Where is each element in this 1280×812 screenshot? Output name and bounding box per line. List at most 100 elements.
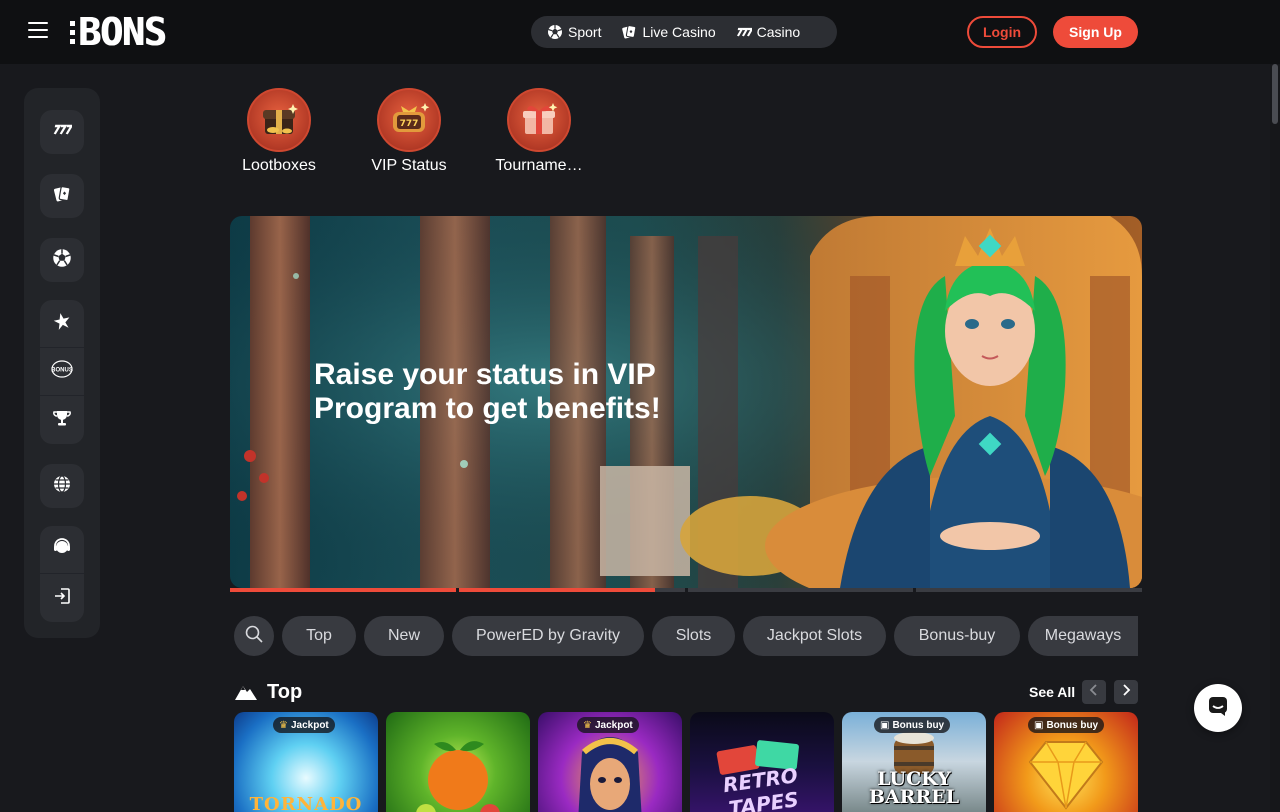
story-tournaments[interactable]: Tourname… bbox=[494, 88, 584, 175]
game-art-orange bbox=[416, 741, 500, 812]
svg-text:777: 777 bbox=[400, 119, 419, 129]
category-slots[interactable]: Slots bbox=[652, 616, 735, 656]
banner-headline: Raise your status in VIP Program to get … bbox=[314, 358, 694, 426]
banner-headline-line2: Program to get benefits! bbox=[314, 392, 661, 425]
mountain-icon bbox=[234, 682, 258, 702]
top-section-title-text: Top bbox=[267, 680, 303, 703]
sidebar-promotions[interactable] bbox=[40, 300, 84, 348]
nav-sport-label: Sport bbox=[568, 24, 602, 40]
bonus-buy-badge: ▣ Bonus buy bbox=[874, 717, 951, 733]
search-icon bbox=[245, 625, 263, 648]
nav-casino[interactable]: Casino bbox=[726, 18, 811, 46]
story-vip-status[interactable]: 777 VIP Status bbox=[364, 88, 454, 175]
slot-777-icon bbox=[736, 24, 752, 40]
nav-casino-label: Casino bbox=[756, 24, 801, 40]
category-jackpot-slots[interactable]: Jackpot Slots bbox=[743, 616, 886, 656]
sidebar-live-casino[interactable] bbox=[40, 174, 84, 218]
promo-banner[interactable]: Raise your status in VIP Program to get … bbox=[230, 216, 1142, 588]
page-scrollbar[interactable] bbox=[1270, 64, 1280, 812]
story-lootboxes-label: Lootboxes bbox=[242, 157, 316, 174]
sidebar-support[interactable] bbox=[40, 526, 84, 574]
slide-progress-3[interactable] bbox=[688, 588, 913, 592]
slide-progress-1[interactable] bbox=[230, 588, 456, 592]
globe-icon bbox=[52, 474, 72, 499]
crown-icon: ♛ bbox=[583, 719, 592, 731]
story-tournaments-label: Tourname… bbox=[495, 157, 583, 174]
chat-icon bbox=[1206, 694, 1230, 723]
slide-progress-2-remaining bbox=[655, 588, 685, 592]
slide-progress-4[interactable] bbox=[916, 588, 1142, 592]
svg-text:BONUS: BONUS bbox=[51, 368, 73, 374]
game-card-fruits[interactable] bbox=[386, 712, 530, 812]
jackpot-badge: ♛ Jackpot bbox=[273, 717, 335, 733]
game-badge-label: Jackpot bbox=[594, 719, 633, 731]
support-headset-icon bbox=[52, 537, 72, 562]
game-card-lucky-barrel[interactable]: ▣ Bonus buy LUCKY BARREL bbox=[842, 712, 986, 812]
category-megaways[interactable]: Megaways bbox=[1028, 616, 1138, 656]
cards-icon bbox=[52, 184, 72, 209]
see-all-link[interactable]: See All bbox=[1029, 684, 1075, 700]
sidebar-promo-group: BONUS bbox=[40, 300, 84, 444]
soccer-ball-icon bbox=[547, 24, 563, 40]
story-lootboxes[interactable]: Lootboxes bbox=[234, 88, 324, 175]
story-lootboxes-image bbox=[247, 88, 311, 152]
game-card-diamonds[interactable]: ▣ Bonus buy bbox=[994, 712, 1138, 812]
banner-headline-line1: Raise your status in VIP bbox=[314, 358, 656, 391]
cart-icon: ▣ bbox=[1034, 719, 1044, 731]
cards-icon bbox=[621, 24, 637, 40]
bonus-buy-badge: ▣ Bonus buy bbox=[1028, 717, 1105, 733]
site-logo[interactable]: BONS bbox=[70, 10, 167, 54]
live-chat-button[interactable] bbox=[1194, 684, 1242, 732]
sidebar-tournaments[interactable] bbox=[40, 396, 84, 444]
game-search-button[interactable] bbox=[234, 616, 274, 656]
crown-icon: ♛ bbox=[279, 719, 288, 731]
logo-text: BONS bbox=[78, 10, 167, 54]
game-card-cleopatra[interactable]: ♛ Jackpot bbox=[538, 712, 682, 812]
menu-icon[interactable] bbox=[28, 22, 52, 42]
logo-dots bbox=[70, 20, 75, 44]
category-top[interactable]: Top bbox=[282, 616, 356, 656]
game-badge-label: Bonus buy bbox=[892, 719, 945, 731]
nav-live-casino[interactable]: Live Casino bbox=[611, 18, 725, 46]
soccer-ball-icon bbox=[52, 248, 72, 273]
slot-777-icon bbox=[52, 122, 74, 143]
sidebar-sport[interactable] bbox=[40, 238, 84, 282]
game-card-tornado[interactable]: ♛ Jackpot TORNADO bbox=[234, 712, 378, 812]
star-burst-icon bbox=[52, 311, 72, 336]
left-sidebar: BONUS bbox=[24, 88, 100, 638]
nav-live-casino-label: Live Casino bbox=[642, 24, 716, 40]
story-vip-status-label: VIP Status bbox=[371, 157, 447, 174]
sidebar-bonus[interactable]: BONUS bbox=[40, 348, 84, 396]
game-card-retro-tapes[interactable]: RETRO TAPES bbox=[690, 712, 834, 812]
signup-button[interactable]: Sign Up bbox=[1053, 16, 1138, 48]
top-section-title: Top bbox=[234, 680, 302, 704]
category-powered-by-gravity[interactable]: PowerED by Gravity bbox=[452, 616, 644, 656]
category-bonus-buy[interactable]: Bonus-buy bbox=[894, 616, 1020, 656]
bonus-icon: BONUS bbox=[51, 359, 73, 384]
chevron-right-icon bbox=[1121, 683, 1131, 701]
trophy-icon bbox=[52, 408, 72, 433]
page-scrollbar-thumb[interactable] bbox=[1272, 64, 1278, 124]
carousel-prev-button[interactable] bbox=[1082, 680, 1106, 704]
chevron-left-icon bbox=[1089, 683, 1099, 701]
nav-sport[interactable]: Sport bbox=[537, 18, 611, 46]
category-new[interactable]: New bbox=[364, 616, 444, 656]
cart-icon: ▣ bbox=[880, 719, 890, 731]
login-button[interactable]: Login bbox=[967, 16, 1037, 48]
slide-progress-2[interactable] bbox=[459, 588, 655, 592]
sign-in-icon bbox=[52, 586, 72, 611]
game-badge-label: Bonus buy bbox=[1046, 719, 1099, 731]
carousel-next-button[interactable] bbox=[1114, 680, 1138, 704]
top-header: BONS Sport Live Casino Casino Login Sign… bbox=[0, 0, 1280, 64]
sidebar-casino[interactable] bbox=[40, 110, 84, 154]
jackpot-badge: ♛ Jackpot bbox=[577, 717, 639, 733]
game-art-title: LUCKY BARREL bbox=[868, 768, 960, 808]
story-vip-status-image: 777 bbox=[377, 88, 441, 152]
game-art-title: TORNADO bbox=[249, 794, 363, 812]
sidebar-account-group bbox=[40, 526, 84, 622]
sidebar-language[interactable] bbox=[40, 464, 84, 508]
sidebar-sign-in[interactable] bbox=[40, 574, 84, 622]
game-badge-label: Jackpot bbox=[290, 719, 329, 731]
top-nav: Sport Live Casino Casino bbox=[531, 16, 837, 48]
story-tournaments-image bbox=[507, 88, 571, 152]
